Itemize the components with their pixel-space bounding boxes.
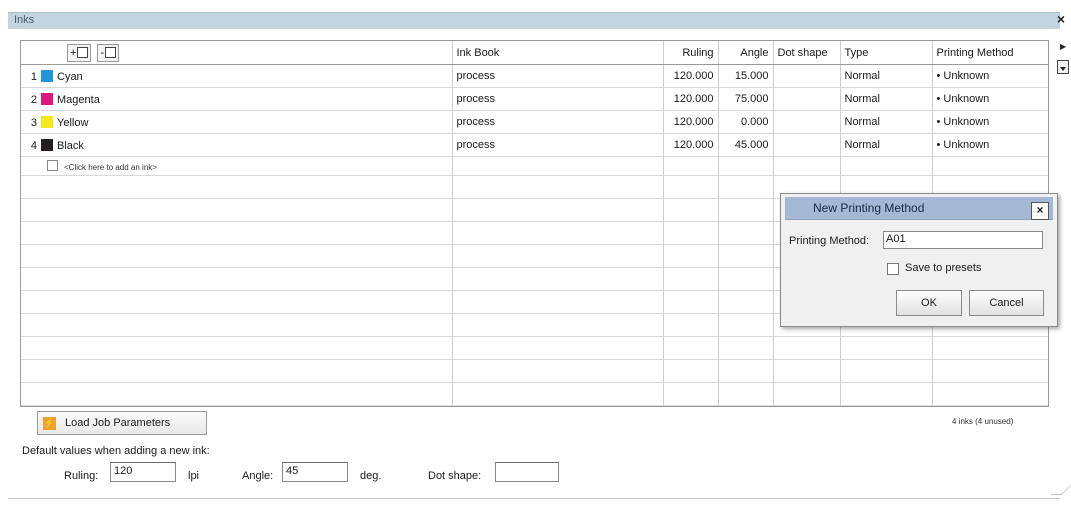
- angle-input[interactable]: 45: [282, 462, 348, 482]
- defaults-label: Default values when adding a new ink:: [22, 445, 210, 457]
- add-ink-button[interactable]: +: [67, 43, 92, 62]
- add-ink-label: +: [70, 46, 77, 59]
- dialog-titlebar[interactable]: New Printing Method ×: [785, 197, 1053, 220]
- ink-name: Yellow: [57, 116, 89, 129]
- angle-cell[interactable]: 0.000: [718, 110, 774, 134]
- ruling-cell[interactable]: 120.000: [663, 133, 719, 157]
- table-row[interactable]: 4 Black process 120.000 45.000 Normal • U…: [21, 133, 1048, 157]
- ink-square-icon: [77, 47, 89, 58]
- ruling-unit: lpi: [188, 470, 200, 482]
- ink-index: 2: [30, 93, 37, 106]
- ruling-cell[interactable]: 120.000: [663, 64, 719, 88]
- add-ink-cell[interactable]: <Click here to add an ink>: [21, 156, 453, 176]
- ink-index: 3: [30, 116, 37, 129]
- ok-button[interactable]: OK: [896, 290, 962, 316]
- ink-swatch: [41, 138, 53, 151]
- ink-name: Cyan: [57, 70, 83, 83]
- column-header-ink-book[interactable]: Ink Book: [452, 41, 664, 65]
- grid-header-row: + - Ink Book Ruling Angle Dot shape Type…: [21, 41, 1048, 65]
- ink-name-cell[interactable]: 2 Magenta: [21, 87, 453, 111]
- grid-header-name: + -: [21, 41, 453, 65]
- column-header-angle[interactable]: Angle: [718, 41, 774, 65]
- ink-index: 4: [30, 139, 37, 152]
- ink-book-cell[interactable]: process: [452, 110, 664, 134]
- printing-method-label: Printing Method:: [789, 235, 870, 247]
- save-to-presets-checkbox[interactable]: [887, 263, 899, 275]
- add-ink-checkbox[interactable]: [47, 159, 58, 171]
- inks-count-status: 4 inks (4 unused): [952, 417, 1014, 426]
- column-header-ruling[interactable]: Ruling: [663, 41, 719, 65]
- panel-title: Inks: [14, 14, 35, 26]
- angle-label: Angle:: [242, 470, 274, 482]
- ink-book-cell[interactable]: process: [452, 64, 664, 88]
- panel-options-icon[interactable]: [1057, 60, 1069, 74]
- ink-swatch: [41, 69, 53, 82]
- angle-unit: deg.: [360, 470, 382, 482]
- ruling-cell[interactable]: 120.000: [663, 87, 719, 111]
- table-row[interactable]: 1 Cyan process 120.000 15.000 Normal • Un…: [21, 64, 1048, 88]
- type-cell[interactable]: Normal: [840, 64, 933, 88]
- empty-row: [21, 382, 1048, 406]
- panel-bottom-border: [8, 498, 1060, 499]
- dot-shape-label: Dot shape:: [428, 470, 482, 482]
- ruling-label: Ruling:: [64, 470, 99, 482]
- ruling-input[interactable]: 120: [110, 462, 176, 482]
- new-printing-method-dialog: New Printing Method × Printing Method: A…: [780, 193, 1058, 327]
- table-row[interactable]: 2 Magenta process 120.000 75.000 Normal •…: [21, 87, 1048, 111]
- angle-cell[interactable]: 45.000: [718, 133, 774, 157]
- dialog-close-icon[interactable]: ×: [1031, 202, 1049, 220]
- remove-ink-label: -: [100, 46, 105, 59]
- ruling-cell[interactable]: 120.000: [663, 110, 719, 134]
- ink-name-cell[interactable]: 3 Yellow: [21, 110, 453, 134]
- printing-method-cell[interactable]: • Unknown: [932, 110, 1048, 134]
- ink-name: Black: [57, 139, 84, 152]
- dot-shape-cell[interactable]: [773, 87, 841, 111]
- load-job-icon: ⚡: [43, 416, 56, 430]
- dot-shape-cell[interactable]: [773, 64, 841, 88]
- save-to-presets-label[interactable]: Save to presets: [905, 262, 981, 274]
- ink-swatch: [41, 115, 53, 128]
- ink-name: Magenta: [57, 93, 100, 106]
- angle-cell[interactable]: 15.000: [718, 64, 774, 88]
- angle-cell[interactable]: 75.000: [718, 87, 774, 111]
- load-job-parameters-label: Load Job Parameters: [65, 417, 171, 429]
- column-header-printing-method[interactable]: Printing Method: [932, 41, 1048, 65]
- remove-ink-button[interactable]: -: [97, 43, 120, 62]
- printing-method-cell[interactable]: • Unknown: [932, 64, 1048, 88]
- load-job-parameters-button[interactable]: ⚡ Load Job Parameters: [37, 411, 207, 435]
- column-header-dot-shape[interactable]: Dot shape: [773, 41, 841, 65]
- type-cell[interactable]: Normal: [840, 87, 933, 111]
- add-ink-row[interactable]: <Click here to add an ink>: [21, 156, 1048, 176]
- printing-method-input[interactable]: A01: [883, 231, 1043, 249]
- cancel-button[interactable]: Cancel: [969, 290, 1044, 316]
- empty-row: [21, 359, 1048, 383]
- table-row[interactable]: 3 Yellow process 120.000 0.000 Normal • U…: [21, 110, 1048, 134]
- column-header-type[interactable]: Type: [840, 41, 933, 65]
- dialog-title: New Printing Method: [813, 201, 925, 215]
- close-icon[interactable]: ×: [1054, 12, 1068, 26]
- ink-square-icon: [105, 47, 117, 58]
- ink-book-cell[interactable]: process: [452, 133, 664, 157]
- panel-titlebar: Inks: [8, 12, 1060, 29]
- dot-shape-input[interactable]: [495, 462, 559, 482]
- printing-method-cell[interactable]: • Unknown: [932, 87, 1048, 111]
- dot-shape-cell[interactable]: [773, 110, 841, 134]
- panel-menu-arrow-icon[interactable]: ▶: [1060, 42, 1066, 51]
- resize-grip[interactable]: [1050, 484, 1071, 495]
- type-cell[interactable]: Normal: [840, 110, 933, 134]
- dot-shape-cell[interactable]: [773, 133, 841, 157]
- ink-swatch: [41, 92, 53, 105]
- add-ink-text[interactable]: <Click here to add an ink>: [64, 163, 157, 172]
- empty-row: [21, 336, 1048, 360]
- ink-book-cell[interactable]: process: [452, 87, 664, 111]
- ink-name-cell[interactable]: 4 Black: [21, 133, 453, 157]
- type-cell[interactable]: Normal: [840, 133, 933, 157]
- printing-method-cell[interactable]: • Unknown: [932, 133, 1048, 157]
- ink-name-cell[interactable]: 1 Cyan: [21, 64, 453, 88]
- ink-index: 1: [30, 70, 37, 83]
